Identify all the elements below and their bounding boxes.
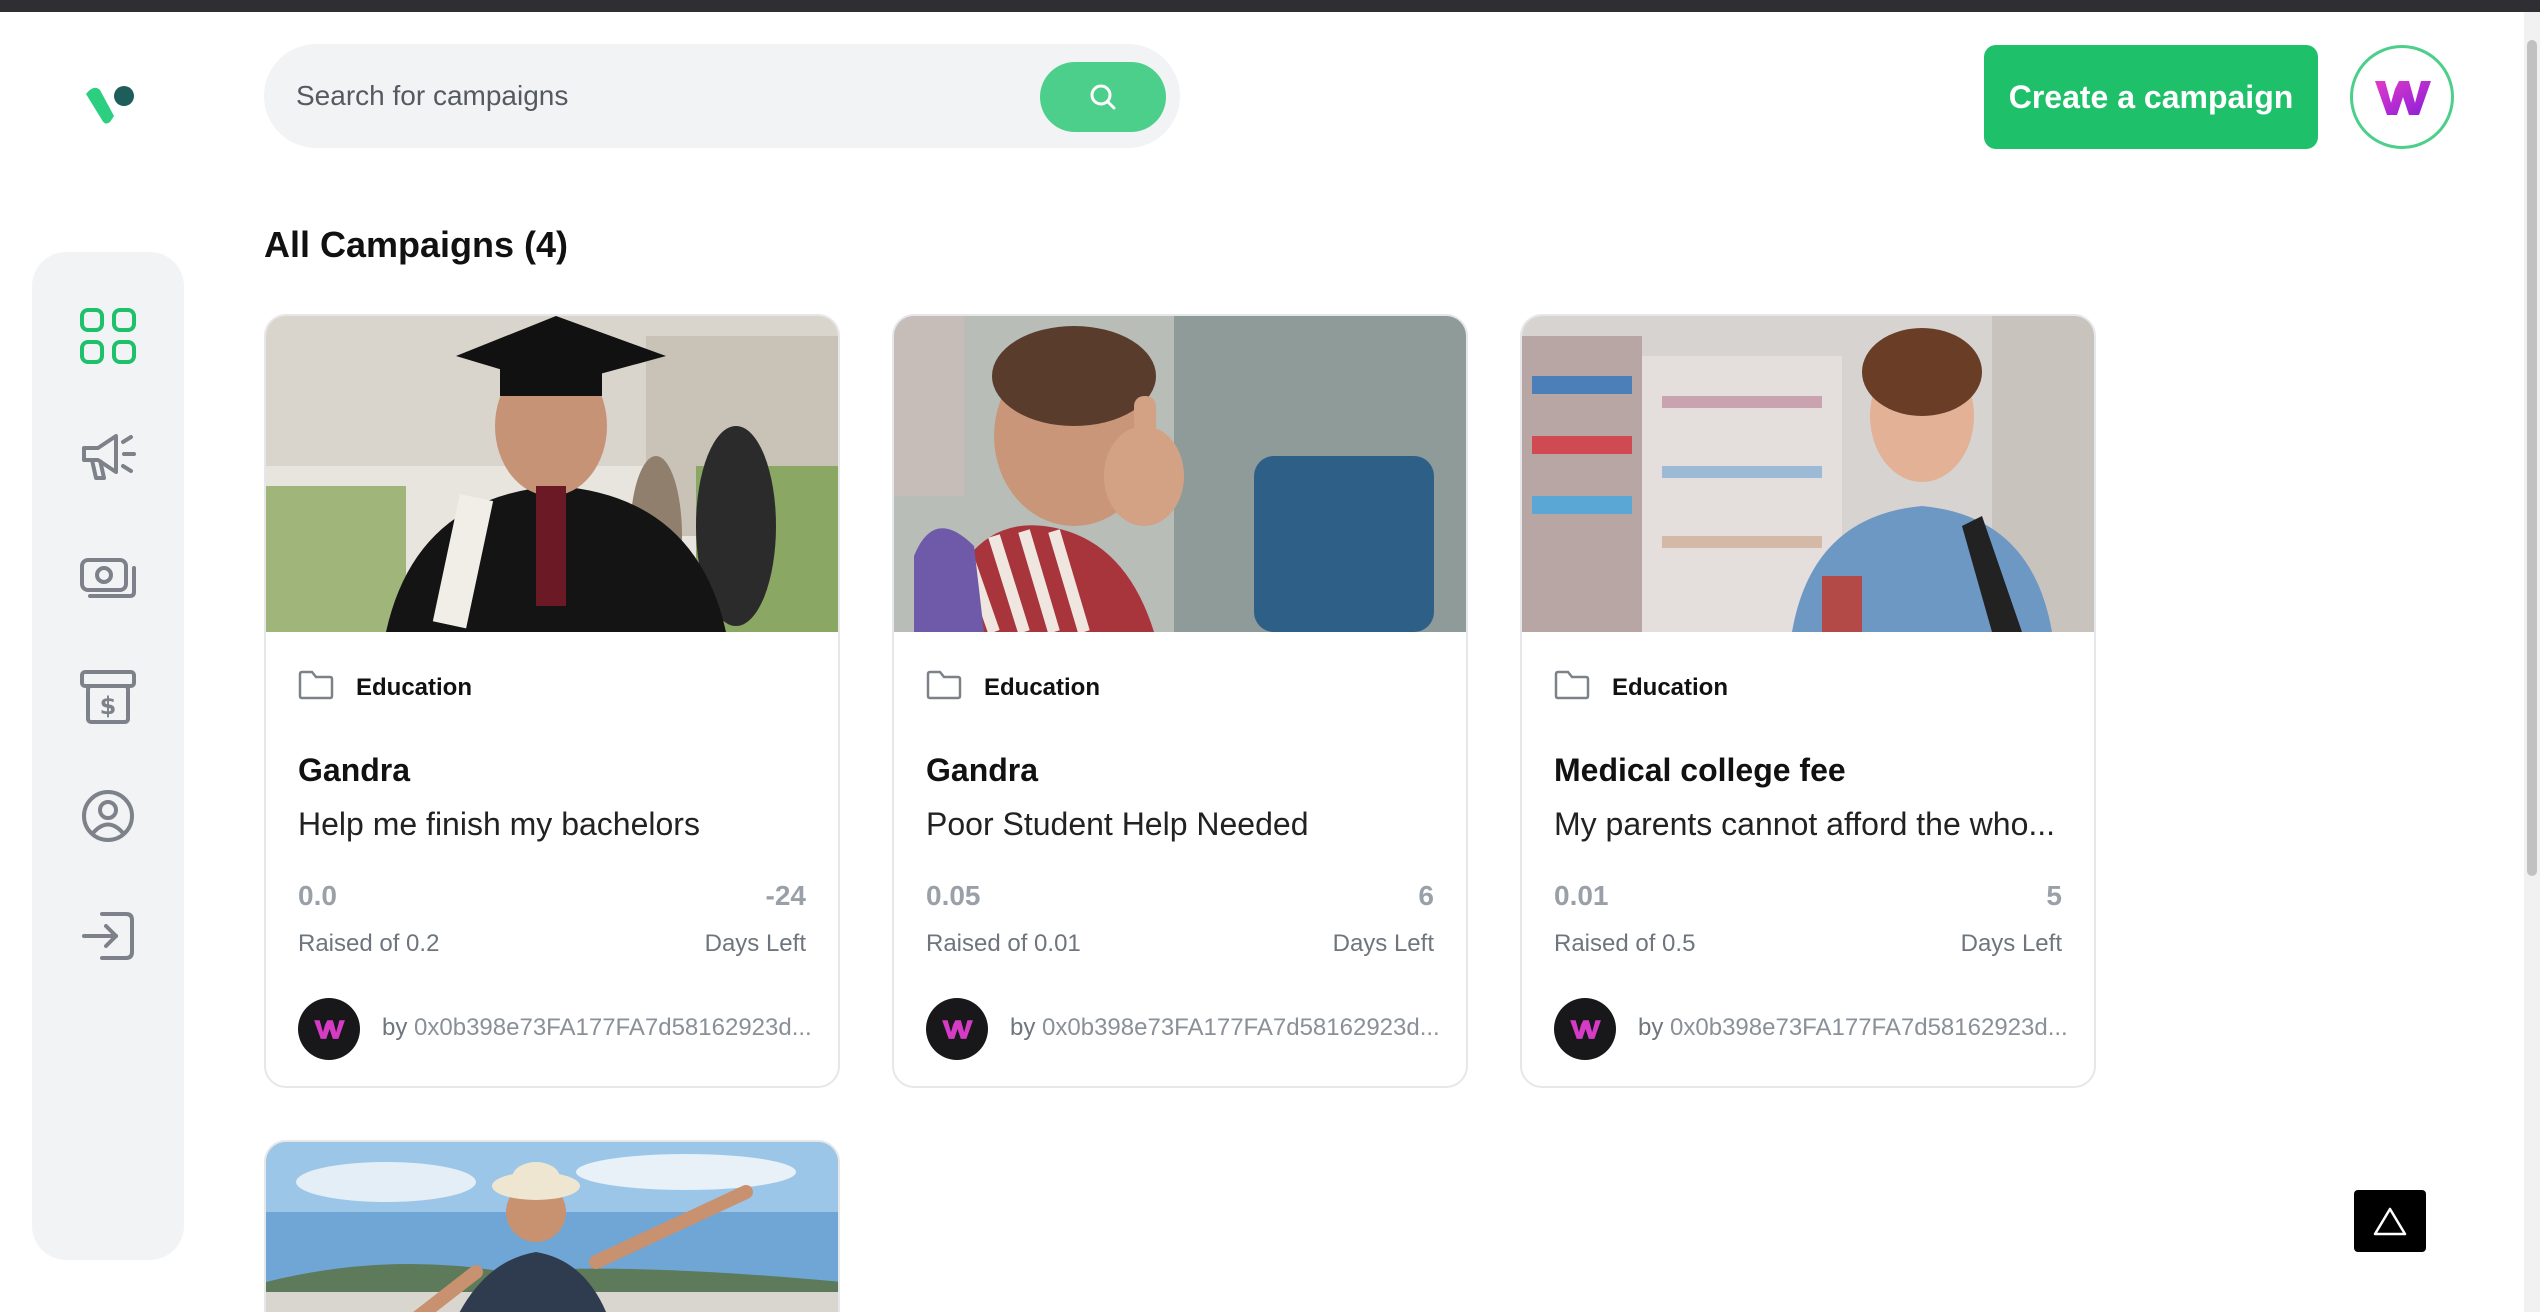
payment-icon[interactable] (78, 546, 138, 606)
raised-amount: 0.05 (926, 880, 981, 911)
category-label: Education (356, 674, 473, 701)
raised-label: Raised of 0.5 (1554, 930, 1696, 957)
days-left-label: Days Left (1332, 930, 1434, 957)
campaign-card[interactable]: Education Medical college fee My parents… (1520, 314, 2096, 1088)
folder-icon (926, 670, 962, 700)
days-left-value: -24 (765, 880, 806, 911)
days-left-label: Days Left (1960, 930, 2062, 957)
dashboard-grid-icon[interactable] (78, 306, 138, 366)
campaign-card[interactable]: Education Gandra Help me finish my bache… (264, 314, 840, 1088)
search-bar (264, 44, 1180, 148)
owner-address: by 0x0b398e73FA177FA7d58162923d... (1010, 1014, 1440, 1042)
days-left-label: Days Left (704, 930, 806, 957)
days-left-value: 5 (2046, 880, 2062, 911)
owner-avatar (298, 998, 360, 1060)
owner-avatar (1554, 998, 1616, 1060)
raised-amount: 0.0 (298, 880, 337, 911)
campaign-image (266, 316, 838, 632)
floating-help-button[interactable] (2354, 1190, 2426, 1252)
campaign-image (894, 316, 1466, 632)
profile-logo-icon (2375, 81, 2431, 115)
browser-top-strip (0, 0, 2540, 12)
owner-address: by 0x0b398e73FA177FA7d58162923d... (1638, 1014, 2068, 1042)
owner-prefix: by (1638, 1014, 1664, 1041)
owner-prefix: by (382, 1014, 408, 1041)
campaign-card[interactable] (264, 1140, 840, 1312)
sidebar: $ (32, 252, 184, 1260)
raised-label: Raised of 0.2 (298, 930, 440, 957)
logout-icon[interactable] (78, 906, 138, 966)
megaphone-icon[interactable] (78, 426, 138, 486)
app-root: Create a campaign (0, 0, 2540, 1312)
campaign-description: My parents cannot afford the who... (1554, 806, 2056, 842)
owner-wallet: 0x0b398e73FA177FA7d58162923d... (1670, 1014, 2068, 1041)
triangle-icon (2373, 1207, 2407, 1236)
campaign-image (266, 1142, 838, 1312)
folder-icon (1554, 670, 1590, 700)
owner-wallet: 0x0b398e73FA177FA7d58162923d... (1042, 1014, 1440, 1041)
search-input[interactable] (296, 44, 996, 148)
user-icon[interactable] (78, 786, 138, 846)
days-left-value: 6 (1418, 880, 1434, 911)
page-title: All Campaigns (4) (264, 224, 569, 265)
search-button[interactable] (1040, 62, 1166, 132)
app-logo-icon[interactable] (80, 80, 136, 130)
raised-amount: 0.01 (1554, 880, 1609, 911)
folder-icon (298, 670, 334, 700)
campaign-title: Medical college fee (1554, 752, 1846, 788)
campaign-card[interactable]: Education Gandra Poor Student Help Neede… (892, 314, 1468, 1088)
scrollbar-thumb[interactable] (2527, 40, 2537, 876)
owner-address: by 0x0b398e73FA177FA7d58162923d... (382, 1014, 812, 1042)
category-label: Education (1612, 674, 1729, 701)
profile-button[interactable] (2350, 45, 2454, 149)
raised-label: Raised of 0.01 (926, 930, 1081, 957)
campaign-description: Help me finish my bachelors (298, 806, 700, 842)
category-label: Education (984, 674, 1101, 701)
search-icon (1090, 84, 1116, 110)
owner-avatar (926, 998, 988, 1060)
campaign-title: Gandra (298, 752, 411, 788)
campaign-description: Poor Student Help Needed (926, 806, 1309, 842)
campaign-image (1522, 316, 2094, 632)
campaign-title: Gandra (926, 752, 1039, 788)
svg-text:$: $ (100, 692, 117, 720)
withdraw-icon[interactable]: $ (78, 666, 138, 726)
owner-wallet: 0x0b398e73FA177FA7d58162923d... (414, 1014, 812, 1041)
owner-prefix: by (1010, 1014, 1036, 1041)
create-campaign-button[interactable]: Create a campaign (1984, 45, 2318, 149)
